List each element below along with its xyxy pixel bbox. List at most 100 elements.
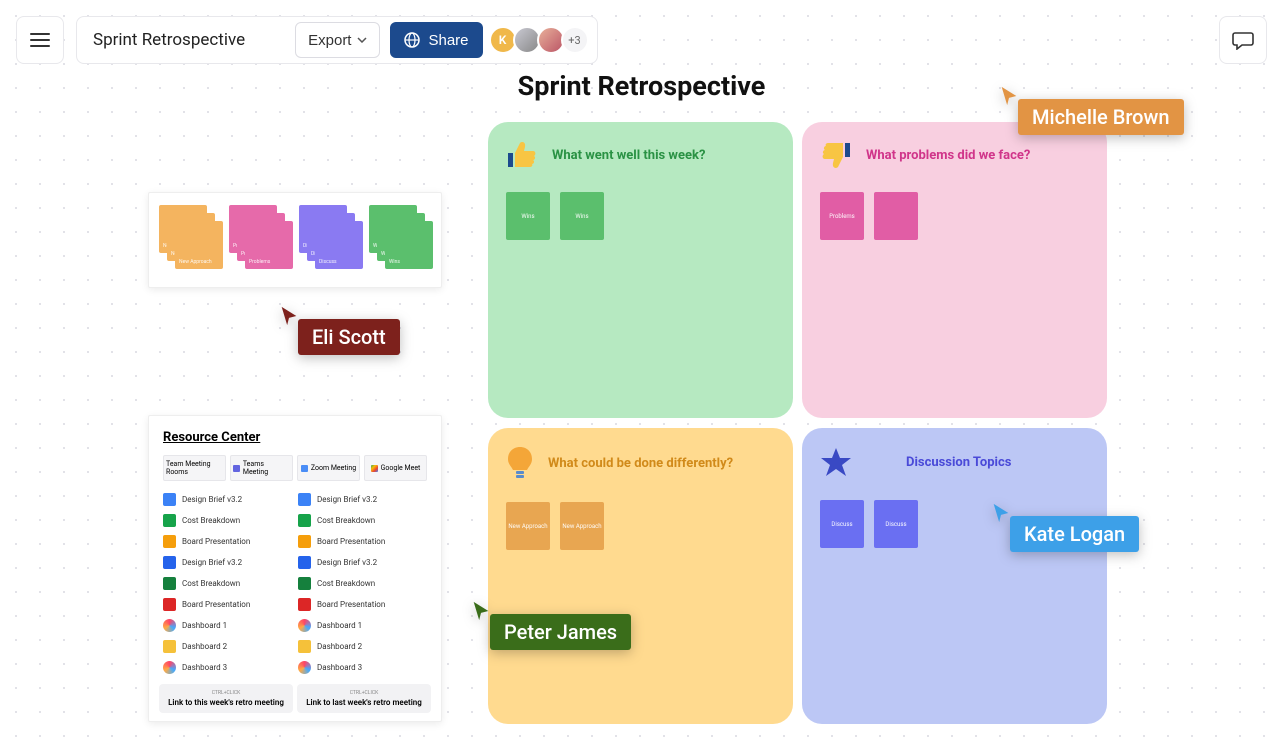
resource-row[interactable]: Dashboard 2 [298,636,427,657]
chat-icon [1232,30,1254,50]
resource-row[interactable]: Board Presentation [298,594,427,615]
quadrant-went-well[interactable]: What went well this week? Wins Wins [488,122,793,418]
quadrant-header: What could be done differently? [506,446,775,480]
resource-row[interactable]: Design Brief v3.2 [298,552,427,573]
export-button[interactable]: Export [295,22,380,58]
retro-link-this-week[interactable]: CTRL+CLICK Link to this week's retro mee… [159,684,293,713]
cursor-name: Michelle Brown [1018,99,1184,135]
file-icon [163,556,176,569]
file-icon [298,640,311,653]
sticky-note[interactable]: Discuss [820,500,864,548]
resource-label: Board Presentation [317,600,385,609]
resource-tab[interactable]: Team Meeting Rooms [163,455,226,481]
resource-column: Design Brief v3.2 Cost Breakdown Board Pre… [298,489,427,678]
resource-row[interactable]: Design Brief v3.2 [163,552,292,573]
palette-stack-orange[interactable]: New New New Approach [159,205,221,275]
palette-stack-purple[interactable]: Dis Dis Discuss [299,205,361,275]
avatar-more[interactable]: +3 [561,26,589,54]
palette-card[interactable]: New New New Approach Prot Prot Problems … [148,192,442,288]
resource-row[interactable]: Board Presentation [163,594,292,615]
resource-label: Design Brief v3.2 [317,558,377,567]
cursor-icon [278,305,300,327]
quadrant-title: What went well this week? [552,148,705,163]
quadrant-discussion[interactable]: Discussion Topics Discuss Discuss [802,428,1107,724]
resource-row[interactable]: Design Brief v3.2 [298,489,427,510]
resource-label: Board Presentation [182,537,250,546]
globe-icon [404,32,420,48]
file-icon [163,619,176,632]
zoom-icon [301,465,308,472]
quadrant-differently[interactable]: What could be done differently? New Appr… [488,428,793,724]
resource-row[interactable]: Cost Breakdown [163,510,292,531]
resource-row[interactable]: Design Brief v3.2 [163,489,292,510]
cursor-name: Peter James [490,614,631,650]
resource-row[interactable]: Dashboard 1 [163,615,292,636]
menu-button[interactable] [16,16,64,64]
sticky-note[interactable]: New Approach [506,502,550,550]
resource-column: Design Brief v3.2 Cost Breakdown Board Pre… [163,489,292,678]
resource-tabs: Team Meeting Rooms Teams Meeting Zoom Me… [163,455,427,481]
resource-center-card[interactable]: Resource Center Team Meeting Rooms Teams… [148,415,442,722]
document-title[interactable]: Sprint Retrospective [93,30,285,50]
thumbs-down-icon [820,140,852,170]
resource-row[interactable]: Dashboard 3 [298,657,427,678]
meet-icon [371,465,378,472]
resource-row[interactable]: Dashboard 2 [163,636,292,657]
sticky-note[interactable]: Problems [820,192,864,240]
resource-label: Design Brief v3.2 [182,495,242,504]
quadrant-header: What problems did we face? [820,140,1089,170]
file-icon [298,556,311,569]
cursor-eli: Eli Scott [278,305,400,355]
resource-row[interactable]: Board Presentation [163,531,292,552]
quadrant-header: What went well this week? [506,140,775,170]
sticky-note[interactable]: Wins [560,192,604,240]
resource-tab[interactable]: Zoom Meeting [297,455,360,481]
file-icon [163,493,176,506]
collaborator-avatars[interactable]: K +3 [493,26,589,54]
resource-label: Board Presentation [182,600,250,609]
cursor-kate: Kate Logan [990,502,1139,552]
retro-link-last-week[interactable]: CTRL+CLICK Link to last week's retro mee… [297,684,431,713]
sticky-note[interactable]: New Approach [560,502,604,550]
resource-row[interactable]: Cost Breakdown [298,510,427,531]
palette-stack-green[interactable]: Wi Wi Wins [369,205,431,275]
quadrant-title: What could be done differently? [548,456,733,471]
star-icon [820,446,852,478]
export-label: Export [308,32,351,49]
cursor-peter: Peter James [470,600,631,650]
cursor-icon [998,85,1020,107]
file-icon [298,661,311,674]
cursor-name: Kate Logan [1010,516,1139,552]
resource-label: Cost Breakdown [182,516,240,525]
quadrant-title: What problems did we face? [866,148,1030,163]
resource-label: Design Brief v3.2 [317,495,377,504]
resource-tab[interactable]: Teams Meeting [230,455,293,481]
sticky-note[interactable] [874,192,918,240]
canvas-title[interactable]: Sprint Retrospective [518,70,766,102]
resource-label: Cost Breakdown [182,579,240,588]
resource-tab[interactable]: Google Meet [364,455,427,481]
resource-label: Dashboard 1 [182,621,227,630]
resource-row[interactable]: Cost Breakdown [298,573,427,594]
resource-label: Board Presentation [317,537,385,546]
document-bar: Sprint Retrospective Export Share K +3 [76,16,598,64]
quadrant-problems[interactable]: What problems did we face? Problems [802,122,1107,418]
sticky-note[interactable]: Discuss [874,500,918,548]
cursor-icon [990,502,1012,524]
resource-label: Dashboard 3 [182,663,227,672]
file-icon [163,640,176,653]
resource-label: Dashboard 3 [317,663,362,672]
resource-row[interactable]: Dashboard 3 [163,657,292,678]
sticky-note[interactable]: Wins [506,192,550,240]
teams-icon [233,465,240,472]
resource-row[interactable]: Dashboard 1 [298,615,427,636]
file-icon [298,493,311,506]
resource-row[interactable]: Board Presentation [298,531,427,552]
palette-stack-pink[interactable]: Prot Prot Problems [229,205,291,275]
cursor-name: Eli Scott [298,319,400,355]
share-button[interactable]: Share [390,22,482,58]
file-icon [163,598,176,611]
resource-label: Cost Breakdown [317,579,375,588]
resource-row[interactable]: Cost Breakdown [163,573,292,594]
chat-button[interactable] [1219,16,1267,64]
